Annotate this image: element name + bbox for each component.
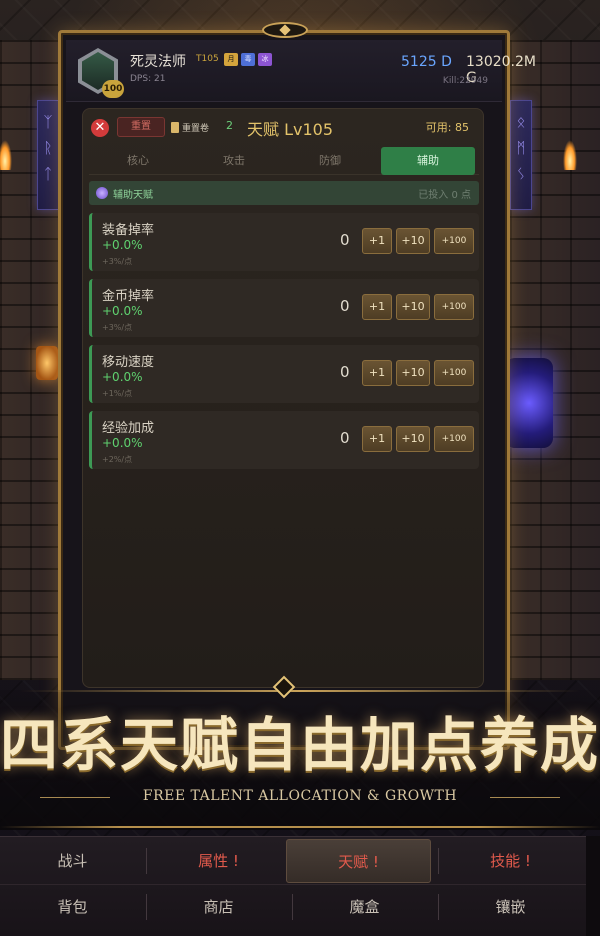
nav-talent[interactable]: 天赋 ! [286, 839, 431, 883]
frame-crest-ornament [262, 22, 308, 38]
nav-magic-box[interactable]: 魔盒 [292, 885, 437, 929]
add-100-button[interactable]: +100 [434, 228, 474, 254]
add-100-button[interactable]: +100 [434, 360, 474, 386]
tab-defense[interactable]: 防御 [283, 147, 377, 175]
talent-value: +0.0% [102, 238, 143, 252]
add-1-button[interactable]: +1 [362, 228, 392, 254]
torch-right [563, 140, 577, 170]
talent-value: +0.0% [102, 304, 143, 318]
talent-name: 装备掉率 [102, 223, 155, 238]
promo-title: 四系天赋自由加点养成 [0, 711, 600, 779]
player-header: 100 死灵法师 T105 月 毒 冰 DPS: 21 5125 D 13020… [66, 40, 536, 102]
support-talent-icon [96, 187, 108, 199]
reset-scroll-count: 2 [226, 119, 233, 132]
close-button[interactable]: ✕ [91, 119, 109, 137]
talent-value: +0.0% [102, 370, 143, 384]
currency-d: 5125 D [401, 54, 452, 70]
section-header: 辅助天赋 已投入 0 点 [89, 181, 479, 205]
dps-readout: DPS: 21 [130, 74, 166, 84]
nav-inlay[interactable]: 镶嵌 [438, 885, 583, 929]
add-10-button[interactable]: +10 [396, 360, 430, 386]
magic-portal [505, 358, 553, 448]
lantern [36, 346, 58, 380]
nav-skills[interactable]: 技能 ! [438, 839, 583, 883]
reset-button[interactable]: 重置 [117, 117, 165, 137]
hero-name: 死灵法师 [130, 54, 186, 70]
talent-rate: +2%/点 [102, 455, 133, 464]
talent-row: 移动速度 +0.0% +1%/点 0 +1 +10 +100 [89, 345, 479, 403]
tab-core[interactable]: 核心 [91, 147, 185, 175]
available-points: 可用: 85 [425, 121, 469, 134]
talent-points: 0 [340, 429, 350, 447]
talent-row: 金币掉率 +0.0% +3%/点 0 +1 +10 +100 [89, 279, 479, 337]
talent-rate: +3%/点 [102, 323, 133, 332]
right-edge [586, 836, 600, 936]
add-100-button[interactable]: +100 [434, 294, 474, 320]
section-title: 辅助天赋 [113, 190, 153, 201]
section-allocated: 已投入 0 点 [418, 190, 471, 201]
nav-shop[interactable]: 商店 [146, 885, 291, 929]
level-badge: 100 [102, 80, 124, 98]
kill-count: Kill:22949 [442, 76, 488, 86]
rune-banner-left: ᛉᚱᛏ [37, 100, 59, 210]
add-1-button[interactable]: +1 [362, 294, 392, 320]
talent-panel: ✕ 重置 重置卷 2 天赋 Lv105 可用: 85 核心 攻击 防御 辅助 辅… [82, 108, 484, 688]
talent-rate: +3%/点 [102, 257, 133, 266]
talent-row: 经验加成 +0.0% +2%/点 0 +1 +10 +100 [89, 411, 479, 469]
talent-points: 0 [340, 297, 350, 315]
tab-support[interactable]: 辅助 [381, 147, 475, 175]
rune-banner-right: ᛟᛗᛊ [510, 100, 532, 210]
promo-top-divider [20, 690, 580, 692]
talent-points: 0 [340, 363, 350, 381]
add-100-button[interactable]: +100 [434, 426, 474, 452]
talent-points: 0 [340, 231, 350, 249]
torch-left [0, 140, 12, 170]
nav-battle[interactable]: 战斗 [0, 839, 145, 883]
nav-backpack[interactable]: 背包 [0, 885, 145, 929]
nav-attributes[interactable]: 属性 ! [146, 839, 291, 883]
tier-label: T105 [196, 54, 219, 64]
talent-name: 移动速度 [102, 355, 155, 370]
bottom-nav: 战斗 属性 ! 天赋 ! 技能 ! 背包 商店 魔盒 镶嵌 [0, 836, 586, 936]
talent-name: 经验加成 [102, 421, 155, 436]
add-10-button[interactable]: +10 [396, 294, 430, 320]
add-10-button[interactable]: +10 [396, 426, 430, 452]
tab-attack[interactable]: 攻击 [187, 147, 281, 175]
talent-tabs: 核心 攻击 防御 辅助 [89, 147, 479, 175]
add-1-button[interactable]: +1 [362, 426, 392, 452]
element-chip-poison: 毒 [241, 53, 255, 66]
element-chips: 月 毒 冰 [224, 53, 272, 66]
element-chip-ice: 冰 [258, 53, 272, 66]
panel-title: 天赋 Lv105 [247, 120, 334, 139]
add-10-button[interactable]: +10 [396, 228, 430, 254]
avatar[interactable]: 100 [78, 48, 124, 98]
element-chip-moon: 月 [224, 53, 238, 66]
promo-sub-line-right [490, 797, 560, 798]
reset-scroll-icon [171, 122, 179, 133]
promo-subtitle: FREE TALENT ALLOCATION & GROWTH [142, 788, 458, 804]
talent-rate: +1%/点 [102, 389, 133, 398]
reset-scroll-label: 重置卷 [182, 124, 210, 134]
talent-name: 金币掉率 [102, 289, 155, 304]
promo-bottom-divider [0, 826, 600, 828]
add-1-button[interactable]: +1 [362, 360, 392, 386]
talent-row: 装备掉率 +0.0% +3%/点 0 +1 +10 +100 [89, 213, 479, 271]
talent-value: +0.0% [102, 436, 143, 450]
